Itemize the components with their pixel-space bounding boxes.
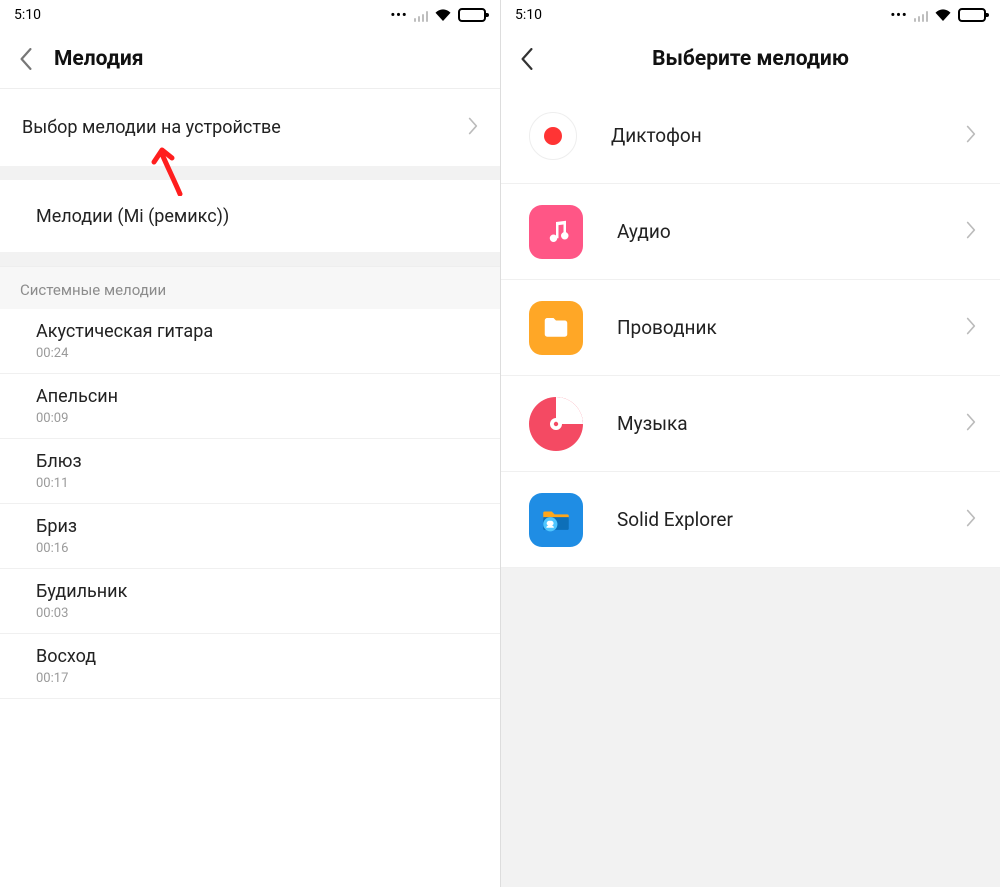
- melody-row[interactable]: Блюз 00:11: [0, 439, 500, 504]
- melody-row[interactable]: Акустическая гитара 00:24: [0, 309, 500, 374]
- chevron-right-icon: [966, 317, 976, 339]
- files-icon: [529, 301, 583, 355]
- source-app-row[interactable]: Аудио: [501, 184, 1000, 280]
- more-icon: •••: [890, 8, 907, 23]
- status-right-cluster: •••: [390, 8, 486, 23]
- melody-name: Акустическая гитара: [36, 321, 478, 342]
- melody-duration: 00:09: [36, 411, 478, 426]
- row-mi-remix[interactable]: Мелодии (Mi (ремикс)): [0, 180, 500, 252]
- melody-duration: 00:11: [36, 476, 478, 491]
- melody-duration: 00:24: [36, 346, 478, 361]
- row-pick-on-device[interactable]: Выбор мелодии на устройстве: [0, 88, 500, 166]
- solid-explorer-icon: [529, 493, 583, 547]
- recorder-icon: [529, 112, 577, 160]
- empty-area: [501, 568, 1000, 887]
- page-title: Мелодия: [54, 47, 144, 71]
- screen-choose-melody-source: 5:10 ••• Выберите мелодию Диктофон Аудио П…: [500, 0, 1000, 887]
- cell-signal-icon: [914, 9, 929, 22]
- chevron-right-icon: [468, 117, 478, 139]
- battery-icon: [958, 8, 986, 22]
- source-app-label: Аудио: [617, 220, 932, 243]
- wifi-icon: [434, 8, 452, 22]
- melody-duration: 00:03: [36, 606, 478, 621]
- source-app-label: Проводник: [617, 316, 932, 339]
- melody-duration: 00:17: [36, 671, 478, 686]
- section-gap: [0, 252, 500, 266]
- status-right-cluster: •••: [890, 8, 986, 23]
- status-time: 5:10: [515, 7, 542, 23]
- chevron-right-icon: [966, 413, 976, 435]
- music-icon: [529, 397, 583, 451]
- melody-duration: 00:16: [36, 541, 478, 556]
- melody-name: Будильник: [36, 581, 478, 602]
- header: Мелодия: [0, 30, 500, 88]
- page-title: Выберите мелодию: [501, 47, 1000, 71]
- row-label: Мелодии (Mi (ремикс)): [36, 206, 229, 227]
- source-app-row[interactable]: Solid Explorer: [501, 472, 1000, 568]
- chevron-right-icon: [966, 509, 976, 531]
- chevron-right-icon: [966, 125, 976, 147]
- source-app-label: Solid Explorer: [617, 508, 932, 531]
- back-button[interactable]: [513, 48, 541, 70]
- status-time: 5:10: [14, 7, 41, 23]
- status-bar: 5:10 •••: [0, 0, 500, 30]
- screen-melody-settings: 5:10 ••• Мелодия Выбор мелодии на устрой…: [0, 0, 500, 887]
- melody-name: Восход: [36, 646, 478, 667]
- more-icon: •••: [390, 8, 407, 23]
- melody-name: Блюз: [36, 451, 478, 472]
- melody-name: Апельсин: [36, 386, 478, 407]
- cell-signal-icon: [414, 9, 429, 22]
- header: Выберите мелодию: [501, 30, 1000, 88]
- melody-row[interactable]: Восход 00:17: [0, 634, 500, 699]
- source-app-label: Музыка: [617, 412, 932, 435]
- source-app-row[interactable]: Музыка: [501, 376, 1000, 472]
- system-melodies-list: Акустическая гитара 00:24 Апельсин 00:09 Блю…: [0, 309, 500, 699]
- source-app-row[interactable]: Проводник: [501, 280, 1000, 376]
- source-app-row[interactable]: Диктофон: [501, 88, 1000, 184]
- back-button[interactable]: [12, 48, 40, 70]
- section-gap: [0, 166, 500, 180]
- melody-row[interactable]: Будильник 00:03: [0, 569, 500, 634]
- section-header-system: Системные мелодии: [0, 266, 500, 309]
- wifi-icon: [934, 8, 952, 22]
- melody-row[interactable]: Бриз 00:16: [0, 504, 500, 569]
- melody-name: Бриз: [36, 516, 478, 537]
- battery-icon: [458, 8, 486, 22]
- row-label: Выбор мелодии на устройстве: [22, 117, 281, 138]
- source-apps-list: Диктофон Аудио Проводник Музыка Solid Explor…: [501, 88, 1000, 568]
- melody-row[interactable]: Апельсин 00:09: [0, 374, 500, 439]
- source-app-label: Диктофон: [611, 124, 932, 147]
- chevron-right-icon: [966, 221, 976, 243]
- audio-icon: [529, 205, 583, 259]
- status-bar: 5:10 •••: [501, 0, 1000, 30]
